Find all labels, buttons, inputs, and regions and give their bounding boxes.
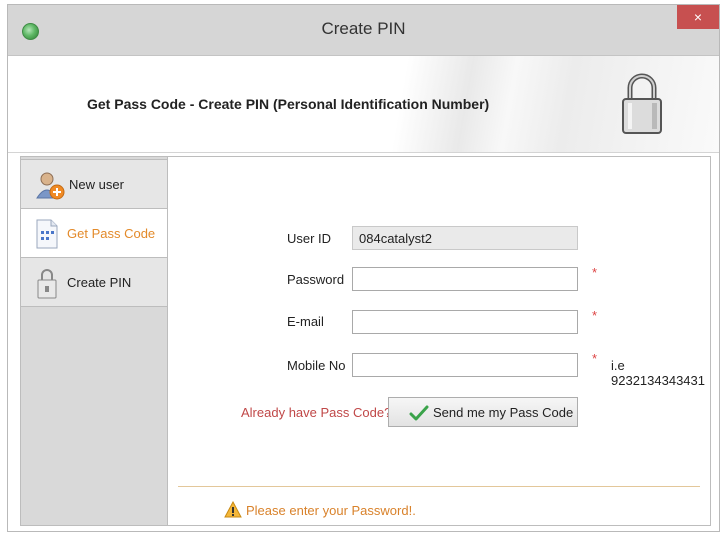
- send-button-label: Send me my Pass Code: [433, 405, 574, 420]
- password-label: Password: [287, 272, 345, 287]
- mobile-label: Mobile No: [287, 358, 346, 373]
- sidebar-item-label: New user: [69, 177, 124, 192]
- warning-icon: [224, 501, 242, 518]
- user-id-field: [352, 226, 578, 250]
- sidebar-item-create-pin[interactable]: Create PIN: [20, 257, 168, 307]
- email-field[interactable]: [352, 310, 578, 334]
- send-pass-code-button[interactable]: Send me my Pass Code: [388, 397, 578, 427]
- sidebar-item-label: Create PIN: [67, 275, 132, 290]
- sidebar-item-new-user[interactable]: New user: [20, 159, 168, 209]
- checkmark-icon: [409, 405, 429, 421]
- content-panel: User ID Password * E-mail * Mobile No * …: [167, 156, 711, 526]
- lock-document-icon: [37, 269, 57, 299]
- password-field[interactable]: [352, 267, 578, 291]
- already-have-pass-code-link[interactable]: Already have Pass Code?: [241, 405, 391, 420]
- lock-icon: [622, 73, 662, 134]
- close-button[interactable]: ×: [677, 5, 719, 29]
- required-mark: *: [592, 351, 598, 366]
- header-banner: Get Pass Code - Create PIN (Personal Ide…: [8, 56, 719, 153]
- sidebar: New user Get Pass Code Create PIN: [20, 156, 170, 526]
- required-mark: *: [592, 265, 598, 280]
- required-mark: *: [592, 308, 598, 323]
- divider: [178, 486, 700, 487]
- user-id-label: User ID: [287, 231, 332, 246]
- sidebar-item-get-pass-code[interactable]: Get Pass Code: [20, 208, 170, 258]
- mobile-hint: i.e 9232134343431: [611, 358, 705, 388]
- title-bar: Create PIN ×: [8, 5, 719, 56]
- header-title: Get Pass Code - Create PIN (Personal Ide…: [87, 96, 490, 112]
- window-title: Create PIN: [321, 19, 406, 38]
- create-pin-window: Create PIN × Get Pass Code - Create PIN …: [7, 4, 720, 532]
- mobile-field[interactable]: [352, 353, 578, 377]
- user-add-icon: [36, 172, 65, 200]
- document-icon: [36, 219, 58, 249]
- status-message: Please enter your Password!.: [246, 503, 416, 518]
- email-label: E-mail: [287, 314, 324, 329]
- sidebar-item-label: Get Pass Code: [67, 226, 156, 241]
